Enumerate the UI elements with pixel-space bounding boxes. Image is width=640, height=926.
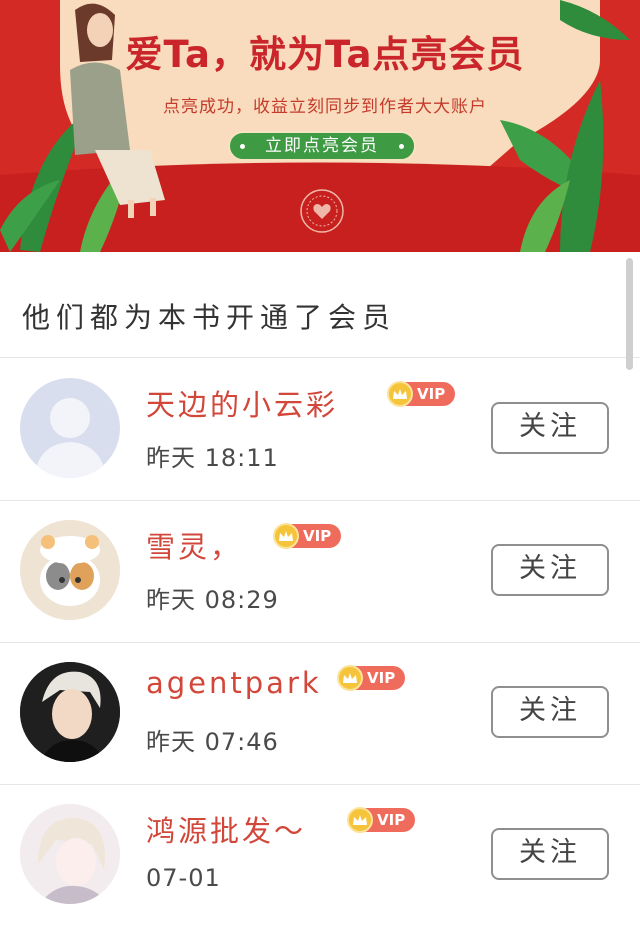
section-title: 他们都为本书开通了会员 bbox=[22, 301, 397, 334]
member-time: 昨天 08:29 bbox=[146, 586, 279, 614]
member-row[interactable]: 鸿源批发～ VIP 07-01 关注 bbox=[0, 784, 640, 926]
banner-title: 爱Ta，就为Ta点亮会员 bbox=[125, 33, 525, 76]
vip-label: VIP bbox=[377, 811, 406, 829]
cta-label: 立即点亮会员 bbox=[265, 136, 379, 156]
avatar[interactable] bbox=[20, 378, 120, 478]
crown-icon bbox=[387, 381, 413, 407]
follow-button[interactable]: 关注 bbox=[491, 402, 609, 454]
vip-badge: VIP bbox=[387, 381, 456, 407]
scrollbar[interactable] bbox=[626, 258, 633, 370]
crown-icon bbox=[347, 807, 373, 833]
vip-label: VIP bbox=[367, 669, 396, 687]
dot-icon bbox=[399, 144, 404, 149]
member-name[interactable]: 鸿源批发～ bbox=[146, 808, 306, 850]
heart-seal-icon bbox=[300, 189, 344, 233]
avatar[interactable] bbox=[20, 804, 120, 904]
light-up-vip-button[interactable]: 立即点亮会员 bbox=[228, 131, 416, 161]
avatar[interactable] bbox=[20, 520, 120, 620]
crown-icon bbox=[337, 665, 363, 691]
member-name[interactable]: 雪灵， bbox=[146, 524, 242, 566]
follow-button[interactable]: 关注 bbox=[491, 828, 609, 880]
member-time: 07-01 bbox=[146, 864, 221, 892]
member-name[interactable]: agentpark bbox=[146, 666, 322, 700]
person-avatar-image bbox=[20, 662, 120, 762]
avatar[interactable] bbox=[20, 662, 120, 762]
member-name[interactable]: 天边的小云彩 bbox=[146, 382, 338, 424]
vip-label: VIP bbox=[417, 385, 446, 403]
anime-avatar-image bbox=[20, 804, 120, 904]
promo-banner[interactable]: 爱Ta，就为Ta点亮会员 点亮成功，收益立刻同步到作者大大账户 立即点亮会员 bbox=[0, 0, 640, 252]
member-time: 昨天 07:46 bbox=[146, 728, 279, 756]
member-time: 昨天 18:11 bbox=[146, 444, 279, 472]
default-avatar-icon bbox=[34, 398, 106, 478]
vip-badge: VIP bbox=[273, 523, 342, 549]
follow-button[interactable]: 关注 bbox=[491, 544, 609, 596]
vip-badge: VIP bbox=[337, 665, 406, 691]
follow-button[interactable]: 关注 bbox=[491, 686, 609, 738]
banner-subtitle: 点亮成功，收益立刻同步到作者大大账户 bbox=[163, 97, 487, 117]
member-row[interactable]: agentpark VIP 昨天 07:46 关注 bbox=[0, 642, 640, 784]
vip-badge: VIP bbox=[347, 807, 416, 833]
member-row[interactable]: 雪灵， VIP 昨天 08:29 关注 bbox=[0, 500, 640, 642]
crown-icon bbox=[273, 523, 299, 549]
member-row[interactable]: 天边的小云彩 VIP 昨天 18:11 关注 bbox=[0, 358, 640, 500]
cat-avatar-image bbox=[20, 520, 120, 620]
vip-label: VIP bbox=[303, 527, 332, 545]
dot-icon bbox=[240, 144, 245, 149]
